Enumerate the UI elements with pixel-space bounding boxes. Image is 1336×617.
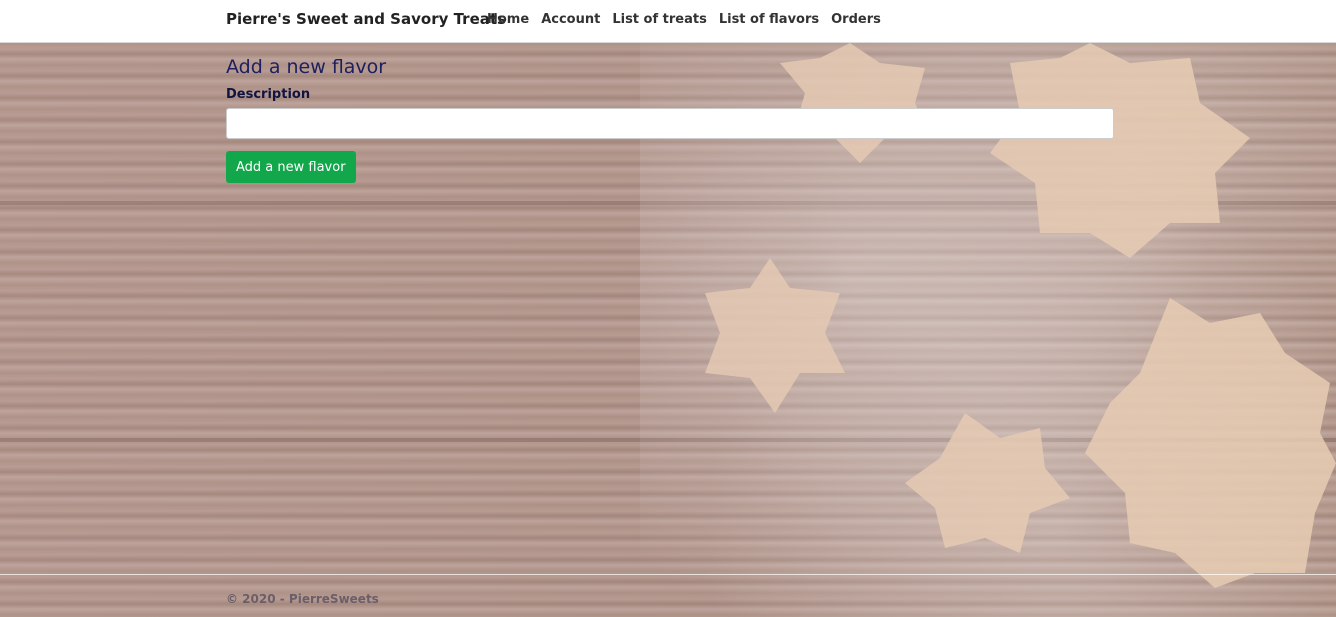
page-title: Add a new flavor xyxy=(226,56,387,78)
add-flavor-button[interactable]: Add a new flavor xyxy=(226,151,356,183)
nav-treats-link[interactable]: List of treats xyxy=(612,12,707,27)
footer-divider xyxy=(0,574,1336,575)
nav-account-link[interactable]: Account xyxy=(541,12,600,27)
add-flavor-form: Add a new flavor Description Add a new f… xyxy=(226,55,1114,183)
nav-home-link[interactable]: Home xyxy=(487,12,529,27)
description-label: Description xyxy=(226,87,311,102)
nav-links: Home Account List of treats List of flav… xyxy=(487,12,881,27)
top-navbar: Pierre's Sweet and Savory Treats Home Ac… xyxy=(0,0,1336,43)
nav-flavors-link[interactable]: List of flavors xyxy=(719,12,819,27)
footer-copyright: © 2020 - PierreSweets xyxy=(226,592,379,606)
description-input[interactable] xyxy=(226,108,1114,139)
nav-orders-link[interactable]: Orders xyxy=(831,12,881,27)
brand-link[interactable]: Pierre's Sweet and Savory Treats xyxy=(226,10,506,28)
